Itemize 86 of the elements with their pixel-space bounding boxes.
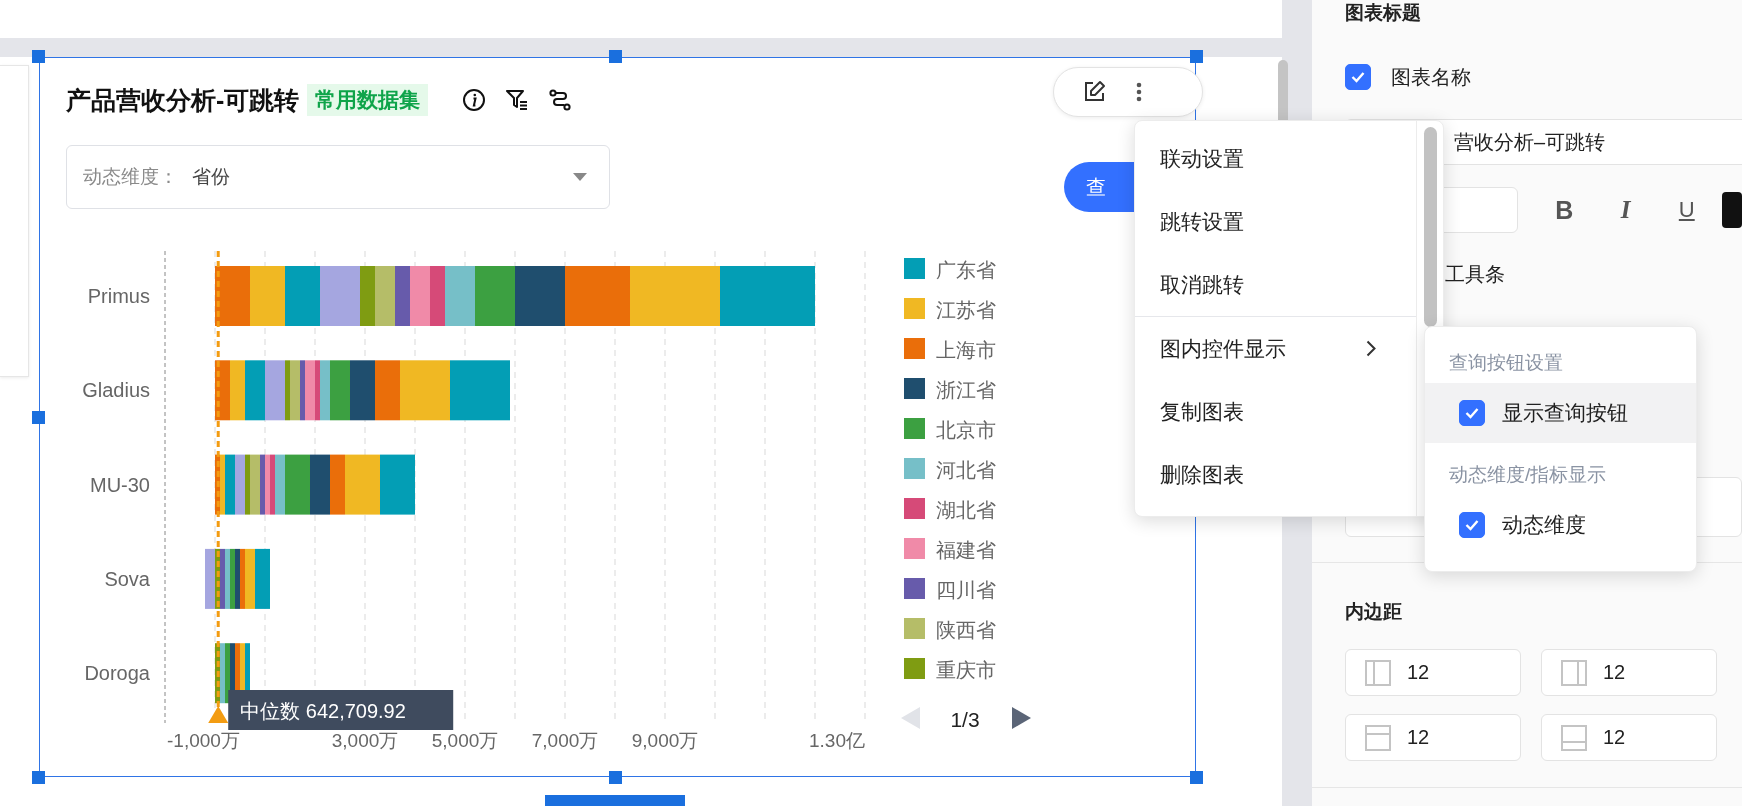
padding-field[interactable]: 12	[1541, 649, 1717, 696]
legend-label[interactable]: 江苏省	[936, 299, 996, 321]
menu-item[interactable]: 动态维度	[1425, 495, 1696, 555]
median-marker	[208, 706, 229, 723]
route-icon[interactable]	[548, 88, 573, 112]
menu-item[interactable]: 显示查询按钮	[1425, 383, 1696, 443]
bar-segment	[350, 360, 375, 421]
next-page-icon[interactable]	[1012, 707, 1031, 729]
more-icon[interactable]	[1136, 82, 1142, 102]
resize-handle[interactable]	[32, 771, 45, 784]
padding-side-icon	[1561, 659, 1587, 686]
checkmark-icon	[1351, 71, 1365, 83]
tick-label: 3,000万	[331, 730, 399, 751]
axis-label: MU-30	[90, 473, 150, 496]
legend-page: 1/3	[950, 708, 980, 731]
resize-handle[interactable]	[1190, 50, 1203, 63]
bar-segment	[395, 266, 410, 326]
scrollbar-thumb[interactable]	[1424, 127, 1437, 327]
resize-handle[interactable]	[609, 771, 622, 784]
bar-segment	[375, 266, 395, 326]
toolbar-label: 工具条	[1444, 262, 1506, 287]
bar-segment	[410, 266, 430, 326]
chevron-right-icon	[1366, 340, 1376, 357]
axis-label: Doroga	[84, 662, 150, 685]
tick-label: 7,000万	[531, 730, 599, 751]
bar-segment	[250, 266, 285, 326]
group-heading: 动态维度/指标显示	[1448, 463, 1608, 487]
legend-label[interactable]: 北京市	[936, 419, 996, 441]
bar-segment	[230, 360, 245, 421]
resize-handle[interactable]	[609, 50, 622, 63]
checkbox-label: 图表名称	[1391, 64, 1471, 90]
color-swatch[interactable]	[1722, 192, 1742, 228]
checkbox[interactable]	[1459, 512, 1485, 538]
bar-segment	[310, 454, 330, 515]
padding-side-icon	[1365, 659, 1391, 686]
padding-field[interactable]: 12	[1345, 714, 1521, 761]
legend-label[interactable]: 河北省	[936, 459, 996, 481]
padding-side-icon	[1365, 724, 1391, 751]
section-heading: 图表标题	[1345, 1, 1422, 25]
bar-segment	[515, 266, 565, 326]
info-icon[interactable]	[462, 88, 487, 112]
format-button[interactable]: I	[1605, 196, 1646, 224]
checkbox[interactable]	[1345, 64, 1371, 90]
resize-handle[interactable]	[1190, 771, 1203, 784]
axis-label: Primus	[87, 285, 150, 307]
resize-handle[interactable]	[32, 411, 45, 424]
legend-label[interactable]: 浙江省	[936, 379, 996, 401]
chart-title: 产品营收分析-可跳转	[66, 84, 300, 116]
checkmark-icon	[1465, 519, 1479, 531]
resize-handle[interactable]	[32, 50, 45, 63]
legend-label[interactable]: 湖北省	[936, 499, 996, 521]
legend-label[interactable]: 上海市	[936, 339, 996, 361]
bar-segment	[245, 360, 265, 421]
dimension-select[interactable]: 动态维度： 省份	[66, 145, 610, 209]
checkbox[interactable]	[1459, 400, 1485, 426]
legend-label[interactable]: 广东省	[936, 259, 996, 281]
group-heading: 查询按钮设置	[1448, 351, 1564, 375]
legend-label[interactable]: 四川省	[936, 579, 996, 601]
padding-side-icon	[1561, 724, 1587, 751]
bar-segment	[475, 266, 515, 326]
tick-label: -1,000万	[167, 730, 240, 751]
caret-icon	[573, 173, 587, 181]
median-label: 中位数 642,709.92	[240, 700, 406, 722]
checkmark-icon	[1465, 407, 1479, 419]
axis-label: Gladius	[82, 379, 150, 402]
tick-label: 9,000万	[631, 730, 699, 751]
padding-field[interactable]: 12	[1345, 649, 1521, 696]
bar-segment	[450, 360, 510, 421]
bar-segment	[565, 266, 630, 326]
axis-label: Sova	[104, 567, 150, 590]
tick-label: 1.30亿	[809, 730, 865, 751]
format-button[interactable]: B	[1544, 195, 1584, 225]
bar-segment	[215, 266, 250, 326]
tick-label: 5,000万	[431, 730, 499, 751]
tab-bar[interactable]	[545, 795, 685, 806]
edit-icon[interactable]	[1082, 80, 1106, 104]
section-heading: 内边距	[1345, 600, 1403, 624]
format-button[interactable]: U	[1667, 197, 1707, 223]
dataset-tag: 常用数据集	[307, 84, 429, 116]
padding-field[interactable]: 12	[1541, 714, 1717, 761]
bar-segment	[285, 266, 320, 326]
bar-segment	[380, 454, 415, 515]
filter-icon[interactable]	[505, 88, 530, 112]
legend-label[interactable]: 重庆市	[936, 659, 996, 681]
legend-label[interactable]: 福建省	[936, 539, 996, 561]
legend-label[interactable]: 陕西省	[936, 619, 996, 641]
